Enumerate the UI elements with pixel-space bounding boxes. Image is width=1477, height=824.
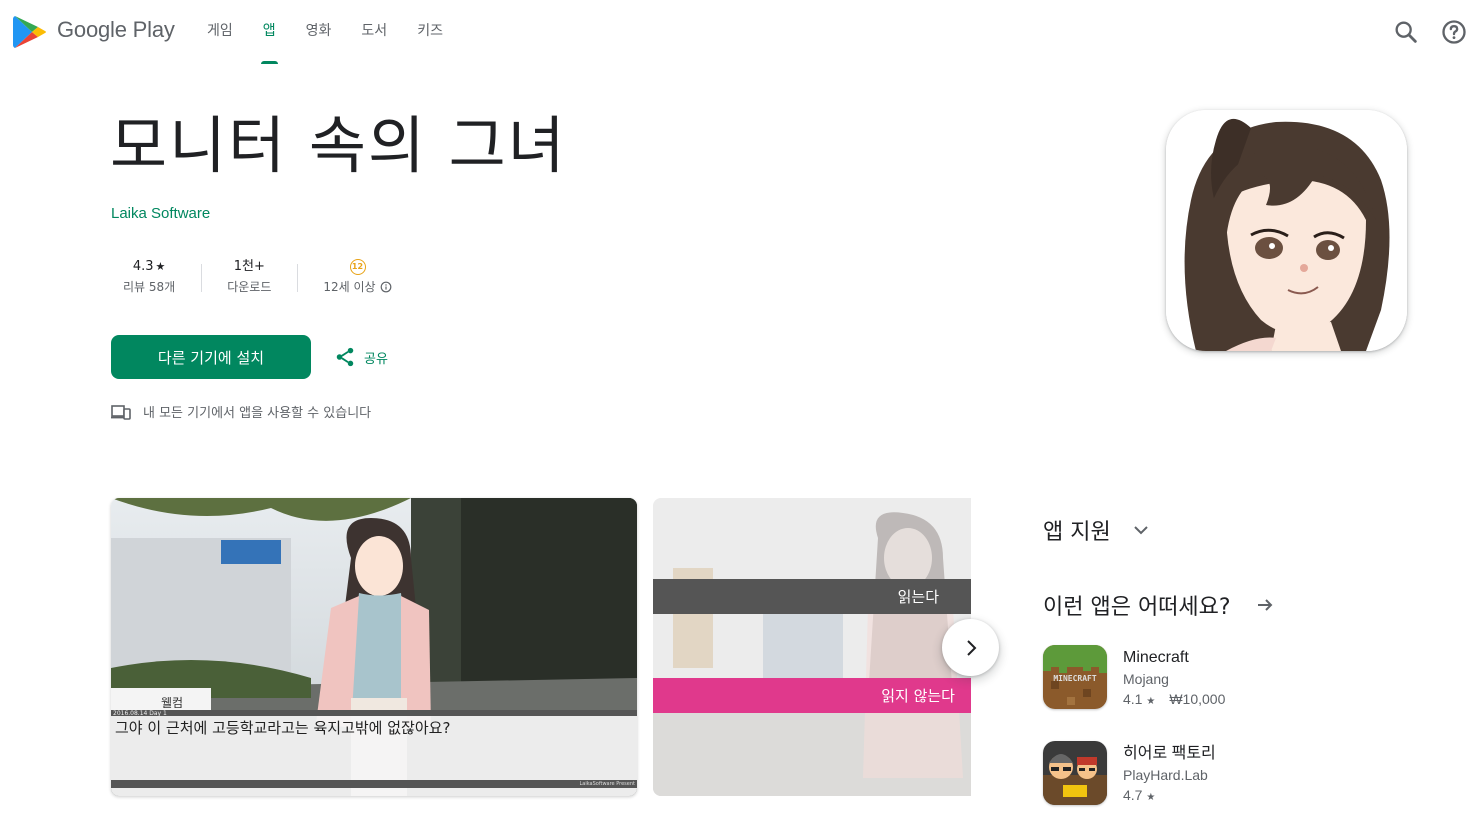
share-label: 공유 [364,351,388,367]
share-button[interactable]: 공유 [334,342,388,372]
similar-app-rating: 4.7 ★ [1123,787,1156,803]
similar-app-item[interactable]: 히어로 팩토리 PlayHard.Lab 4.7 ★ [1043,741,1216,808]
screenshot-1-image [111,498,637,796]
similar-app-developer: Mojang [1123,671,1169,687]
devices-note: 내 모든 기기에서 앱을 사용할 수 있습니다 [143,406,372,421]
search-icon[interactable] [1392,18,1420,46]
screenshot-2-image [653,498,971,796]
tab-movies[interactable]: 영화 [291,0,347,64]
status-line: 2016.08.14 Day 1 [113,710,167,717]
choice-not-read: 읽지 않는다 [881,687,955,705]
anime-girl-icon [1166,110,1407,351]
top-app-bar: Google Play 게임 앱 영화 도서 키즈 [0,0,1477,64]
tab-books[interactable]: 도서 [346,0,402,64]
tab-kids[interactable]: 키즈 [402,0,458,64]
brand-name[interactable]: Google Play [57,14,175,46]
screenshot-1[interactable]: 웰컴 2016.08.14 Day 1 그야 이 근처에 고등학교라고는 육지고… [111,498,637,796]
similar-app-developer: PlayHard.Lab [1123,767,1208,783]
minecraft-icon: MINECRAFT [1043,645,1107,709]
arrow-right-icon [1257,599,1273,611]
app-stats: 4.3 ★ 리뷰 58개 1천+ 다운로드 12 12세 이상 [111,256,418,300]
install-button[interactable]: 다른 기기에 설치 [111,335,311,379]
downloads-value: 1천+ [233,259,265,274]
content-rating-stat[interactable]: 12 12세 이상 [297,256,417,300]
info-icon[interactable] [380,281,392,293]
rating-stat[interactable]: 4.3 ★ 리뷰 58개 [111,256,201,300]
similar-app-name: Minecraft [1123,649,1189,666]
downloads-stat: 1천+ 다운로드 [201,256,297,300]
device-availability: 내 모든 기기에서 앱을 사용할 수 있습니다 [111,402,371,421]
similar-apps-label: 이런 앱은 어떠세요? [1043,595,1231,620]
app-title: 모니터 속의 그녀 [110,109,567,182]
chevron-right-icon [966,639,976,656]
downloads-label: 다운로드 [227,280,272,294]
category-tabs: 게임 앱 영화 도서 키즈 [192,0,458,64]
speaker-name: 웰컴 [161,696,184,710]
help-icon[interactable] [1440,18,1468,46]
tab-apps[interactable]: 앱 [248,0,291,64]
star-icon: ★ [155,260,166,273]
star-icon: ★ [1146,792,1156,803]
rating-value: 4.3 [132,259,154,274]
hero-factory-icon [1043,741,1107,805]
tab-games[interactable]: 게임 [192,0,248,64]
next-screenshot-button[interactable] [942,619,999,676]
svg-text:MINECRAFT: MINECRAFT [1053,674,1097,683]
app-support-label: 앱 지원 [1043,520,1111,545]
app-icon [1166,110,1407,351]
credit-text: LaikaSoftware Present [579,781,635,787]
share-icon [336,347,354,367]
devices-icon [111,404,131,420]
dialogue-text: 그야 이 근처에 고등학교라고는 육지고밖에 없잖아요? [115,719,451,737]
similar-app-name: 히어로 팩토리 [1123,745,1216,762]
similar-apps-header[interactable]: 이런 앱은 어떠세요? [1043,589,1275,621]
google-play-logo-icon[interactable] [12,14,48,50]
similar-app-rating: 4.1 ★ [1123,691,1156,707]
age-rating-badge-icon: 12 [349,259,366,275]
age-rating-label: 12세 이상 [323,280,376,294]
app-support-toggle[interactable]: 앱 지원 [1043,514,1151,546]
chevron-down-icon [1134,526,1148,535]
developer-link[interactable]: Laika Software [111,205,210,222]
screenshot-2[interactable]: 읽는다 읽지 않는다 [653,498,971,796]
similar-app-price: ₩10,000 [1169,691,1226,707]
star-icon: ★ [1146,696,1156,707]
choice-read: 읽는다 [897,588,939,606]
review-count: 리뷰 58개 [123,280,176,294]
similar-app-item[interactable]: MINECRAFT Minecraft Mojang 4.1 ★ ₩10,000 [1043,645,1225,712]
